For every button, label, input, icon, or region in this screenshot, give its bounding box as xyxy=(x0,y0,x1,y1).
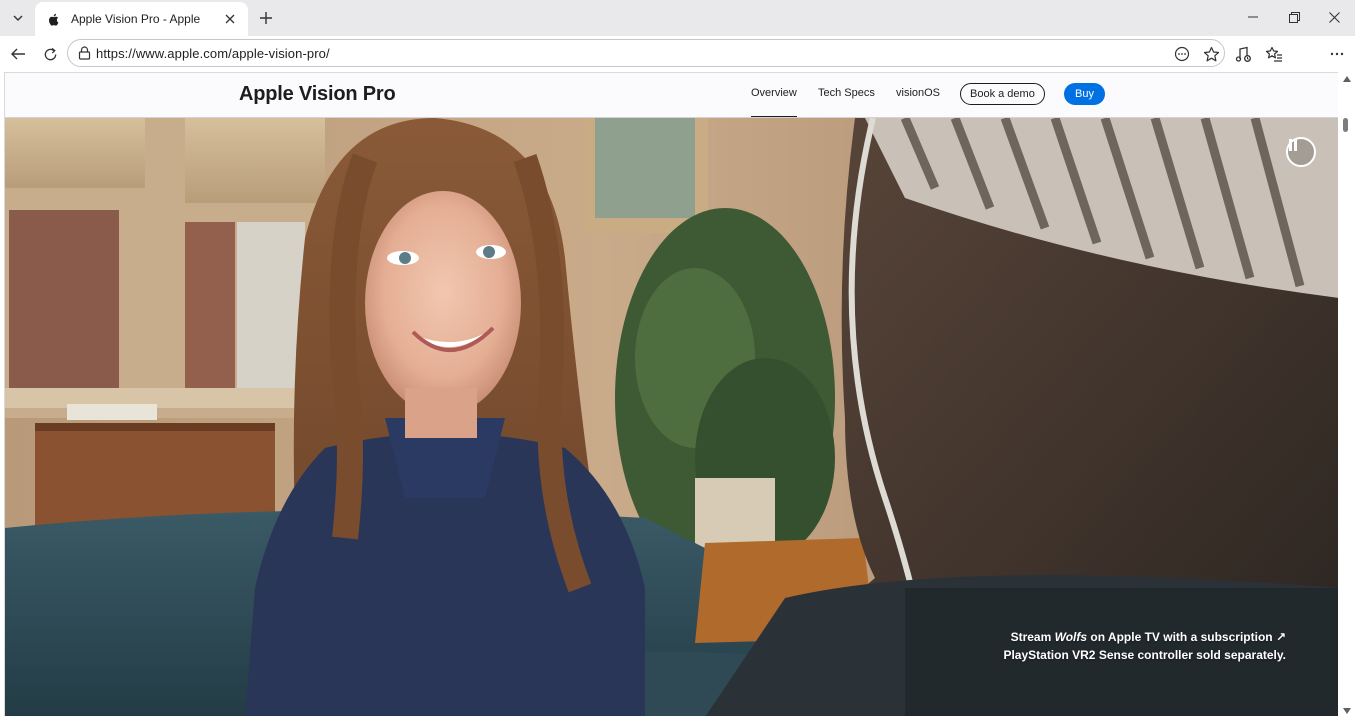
scroll-down-arrow-icon[interactable] xyxy=(1342,706,1351,715)
settings-button[interactable] xyxy=(1323,40,1351,68)
address-bar[interactable]: https://www.apple.com/apple-vision-pro/ xyxy=(67,39,1225,67)
chevron-down-icon xyxy=(13,15,23,21)
browser-tab[interactable]: Apple Vision Pro - Apple xyxy=(35,2,248,36)
page-viewport: Apple Vision Pro Overview Tech Specs vis… xyxy=(4,72,1338,716)
caption-line-controller: PlayStation VR2 Sense controller sold se… xyxy=(1003,648,1286,662)
new-tab-button[interactable] xyxy=(254,6,278,30)
plus-icon xyxy=(260,12,272,24)
caption-prefix: Stream xyxy=(1010,630,1055,644)
star-icon[interactable] xyxy=(1200,43,1222,65)
product-local-nav: Apple Vision Pro Overview Tech Specs vis… xyxy=(5,73,1338,118)
close-icon xyxy=(1328,11,1340,23)
hero-video-frame xyxy=(5,118,1338,716)
caption-suffix: on Apple TV with a subscription ↗ xyxy=(1087,630,1286,644)
scroll-up-arrow-icon[interactable] xyxy=(1342,74,1351,83)
nav-link-overview[interactable]: Overview xyxy=(751,87,797,117)
product-title[interactable]: Apple Vision Pro xyxy=(239,83,396,106)
url-text[interactable]: https://www.apple.com/apple-vision-pro/ xyxy=(96,46,330,61)
more-dots-icon xyxy=(1330,52,1344,56)
nav-link-visionos[interactable]: visionOS xyxy=(896,87,940,99)
media-control-button[interactable] xyxy=(1229,40,1257,68)
tab-list-button[interactable] xyxy=(6,6,30,30)
book-demo-button[interactable]: Book a demo xyxy=(960,83,1045,105)
tab-close-button[interactable] xyxy=(222,11,238,27)
hero-video[interactable]: Stream Wolfs on Apple TV with a subscrip… xyxy=(5,118,1338,716)
nav-link-tech-specs[interactable]: Tech Specs xyxy=(818,87,875,99)
browser-toolbar: https://www.apple.com/apple-vision-pro/ xyxy=(0,36,1355,72)
scroll-thumb[interactable] xyxy=(1343,118,1348,132)
close-icon xyxy=(225,14,235,24)
caption-line-stream[interactable]: Stream Wolfs on Apple TV with a subscrip… xyxy=(1003,628,1286,646)
refresh-icon xyxy=(44,47,56,60)
apple-logo-icon xyxy=(45,11,61,27)
hero-caption: Stream Wolfs on Apple TV with a subscrip… xyxy=(1003,628,1286,664)
lock-icon[interactable] xyxy=(76,45,92,61)
buy-button[interactable]: Buy xyxy=(1064,83,1105,105)
page-scrollbar[interactable] xyxy=(1338,72,1355,720)
more-circle-icon[interactable] xyxy=(1171,43,1193,65)
pause-button[interactable] xyxy=(1286,137,1316,167)
restore-icon xyxy=(1288,11,1300,23)
minimize-button[interactable] xyxy=(1230,0,1276,34)
tab-strip: Apple Vision Pro - Apple xyxy=(0,0,1355,36)
caption-show-title: Wolfs xyxy=(1054,630,1088,644)
minimize-icon xyxy=(1248,16,1258,18)
favorites-button[interactable] xyxy=(1260,40,1288,68)
back-arrow-icon xyxy=(11,48,25,60)
media-control-icon xyxy=(1235,46,1251,62)
pause-icon xyxy=(1289,139,1297,151)
refresh-button[interactable] xyxy=(36,40,64,68)
tab-title: Apple Vision Pro - Apple xyxy=(71,12,201,26)
back-button[interactable] xyxy=(4,40,32,68)
favorites-list-icon xyxy=(1265,46,1282,62)
close-window-button[interactable] xyxy=(1311,0,1355,34)
